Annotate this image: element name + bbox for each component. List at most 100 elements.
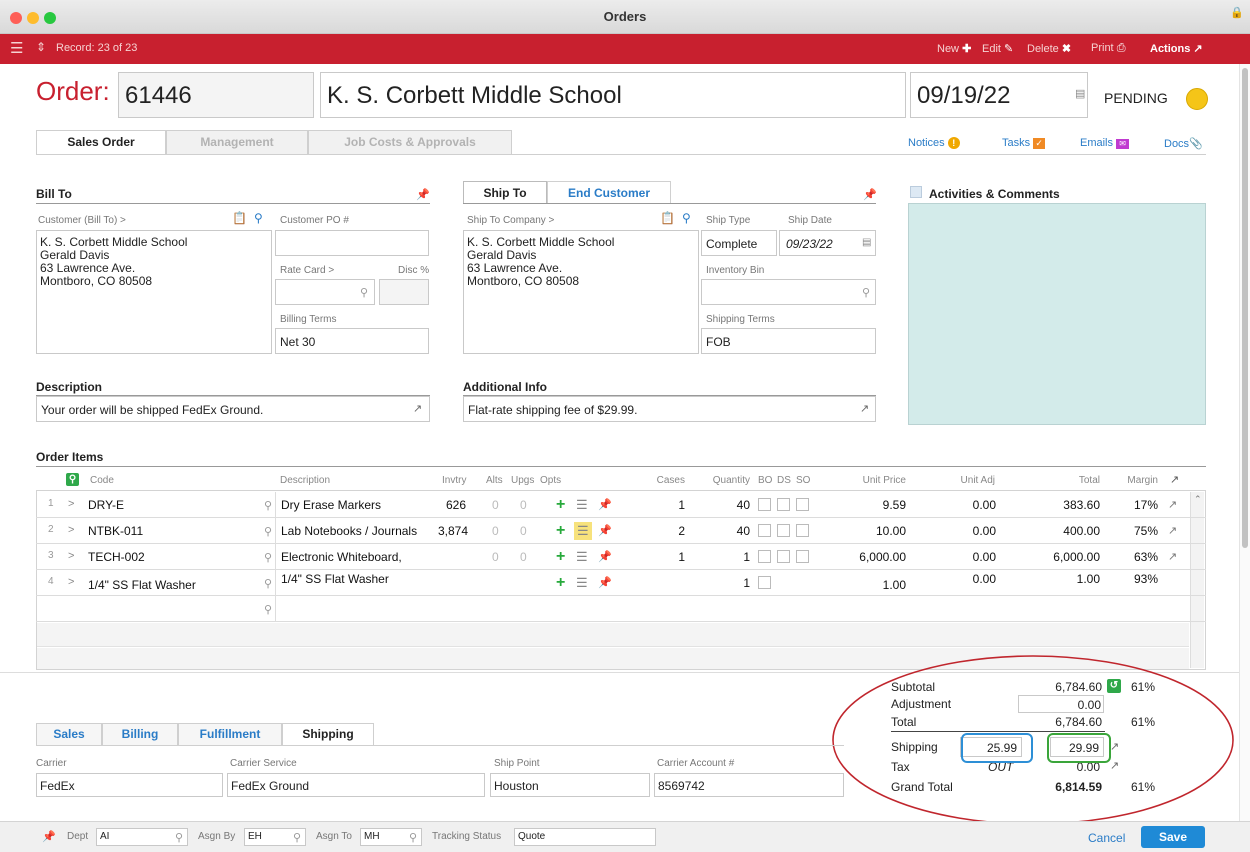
bill-to-address-box[interactable]: K. S. Corbett Middle School Gerald Davis… <box>36 230 272 354</box>
pin-icon[interactable]: 📌 <box>42 830 56 843</box>
tab-sales[interactable]: Sales <box>36 723 102 745</box>
bill-to-pin-icon[interactable]: 📌 <box>416 188 430 201</box>
edit-button[interactable]: Edit ✎ <box>982 42 1013 55</box>
ship-to-company-label[interactable]: Ship To Company > <box>467 215 554 226</box>
bo-checkbox[interactable] <box>758 498 771 511</box>
calendar-icon[interactable]: ▤ <box>1075 87 1085 100</box>
cancel-button[interactable]: Cancel <box>1088 831 1125 845</box>
row-expand-icon[interactable]: > <box>68 576 74 588</box>
customer-bill-to-label[interactable]: Customer (Bill To) > <box>38 215 126 226</box>
new-button[interactable]: New ✚ <box>937 42 971 55</box>
table-row[interactable]: 2 > NTBK-011 ⚲ Lab Notebooks / Journals … <box>36 518 1206 544</box>
ship-to-address-box[interactable]: K. S. Corbett Middle School Gerald Davis… <box>463 230 699 354</box>
emails-link[interactable]: Emails ✉ <box>1080 137 1130 149</box>
search-icon[interactable]: ⚲ <box>264 499 272 512</box>
ds-checkbox[interactable] <box>777 524 790 537</box>
order-date-field[interactable]: 09/19/22 ▤ <box>910 72 1088 118</box>
order-number-field[interactable]: 61446 <box>118 72 314 118</box>
list-icon[interactable]: ☰ <box>576 576 588 590</box>
inventory-bin-input[interactable]: ⚲ <box>701 279 876 305</box>
ship-point-input[interactable]: Houston <box>490 773 650 797</box>
pin-icon[interactable]: 📌 <box>598 498 612 511</box>
expand-icon[interactable]: ↗ <box>413 402 422 415</box>
ship-to-pin-icon[interactable]: 📌 <box>863 188 877 201</box>
additional-info-input[interactable]: Flat-rate shipping fee of $29.99. ↗ <box>463 396 876 422</box>
billing-terms-input[interactable]: Net 30 <box>275 328 429 354</box>
record-arrows-icon[interactable]: ⇕ <box>36 40 46 54</box>
pin-icon[interactable]: 📌 <box>598 524 612 537</box>
expand-icon[interactable]: ↗ <box>860 402 869 415</box>
customer-po-input[interactable] <box>275 230 429 256</box>
table-row[interactable]: 1 > DRY-E ⚲ Dry Erase Markers 626 0 0 + … <box>36 492 1206 518</box>
tab-sales-order[interactable]: Sales Order <box>36 130 166 154</box>
scrollbar-thumb[interactable] <box>1242 68 1248 548</box>
ship-date-input[interactable]: 09/23/22 ▤ <box>779 230 876 256</box>
bo-checkbox[interactable] <box>758 576 771 589</box>
search-icon[interactable]: ⚲ <box>264 525 272 538</box>
dept-input[interactable]: AI ⚲ <box>96 828 188 846</box>
bo-checkbox[interactable] <box>758 550 771 563</box>
tab-job-costs-approvals[interactable]: Job Costs & Approvals <box>308 130 512 154</box>
so-checkbox[interactable] <box>796 498 809 511</box>
tab-billing[interactable]: Billing <box>102 723 178 745</box>
search-icon[interactable]: ⚲ <box>360 286 368 299</box>
code-cell[interactable]: NTBK-011 ⚲ <box>84 518 276 544</box>
row-expand-icon[interactable]: > <box>68 498 74 510</box>
code-cell[interactable]: 1/4" SS Flat Washer ⚲ <box>84 570 276 596</box>
delete-button[interactable]: Delete ✖ <box>1027 42 1071 55</box>
expand-row-icon[interactable]: ↗ <box>1168 498 1177 511</box>
search-icon[interactable]: ⚲ <box>264 551 272 564</box>
carrier-service-input[interactable]: FedEx Ground <box>227 773 485 797</box>
add-option-icon[interactable]: + <box>556 575 565 591</box>
tab-management[interactable]: Management <box>166 130 308 154</box>
calendar-icon[interactable]: ▤ <box>862 237 871 248</box>
expand-row-icon[interactable]: ↗ <box>1168 550 1177 563</box>
new-item-row[interactable]: ⚲ <box>36 596 1206 622</box>
expand-row-icon[interactable]: ↗ <box>1168 524 1177 537</box>
menu-icon[interactable]: ☰ <box>10 39 23 57</box>
expand-grid-icon[interactable]: ↗ <box>1170 473 1179 486</box>
ship-type-select[interactable]: Complete <box>701 230 777 256</box>
ds-checkbox[interactable] <box>777 498 790 511</box>
search-icon[interactable]: ⚲ <box>293 830 301 846</box>
tracking-status-input[interactable]: Quote <box>514 828 656 846</box>
customer-name-field[interactable]: K. S. Corbett Middle School <box>320 72 906 118</box>
list-icon[interactable]: ☰ <box>576 498 588 512</box>
add-option-icon[interactable]: + <box>556 497 565 513</box>
window-scrollbar[interactable] <box>1239 64 1250 821</box>
docs-link[interactable]: Docs📎 <box>1164 137 1203 150</box>
search-items-icon[interactable]: ⚲ <box>66 473 79 486</box>
list-icon[interactable]: ☰ <box>576 550 588 564</box>
clipboard-icon[interactable]: 📋 <box>232 211 247 225</box>
so-checkbox[interactable] <box>796 550 809 563</box>
shipping-terms-input[interactable]: FOB <box>701 328 876 354</box>
carrier-account-input[interactable]: 8569742 <box>654 773 844 797</box>
add-option-icon[interactable]: + <box>556 549 565 565</box>
search-icon[interactable]: ⚲ <box>175 830 183 846</box>
carrier-input[interactable]: FedEx <box>36 773 223 797</box>
map-pin-icon[interactable]: ⚲ <box>254 211 263 225</box>
code-cell[interactable]: DRY-E ⚲ <box>84 492 276 518</box>
map-pin-icon[interactable]: ⚲ <box>682 211 691 225</box>
search-icon[interactable]: ⚲ <box>264 577 272 590</box>
search-icon[interactable]: ⚲ <box>409 830 417 846</box>
table-row[interactable]: 4 > 1/4" SS Flat Washer ⚲ 1/4" SS Flat W… <box>36 570 1206 596</box>
rate-card-label[interactable]: Rate Card > <box>280 265 334 276</box>
activities-comments-panel[interactable] <box>908 203 1206 425</box>
add-activity-icon[interactable] <box>910 186 922 198</box>
tab-shipping[interactable]: Shipping <box>282 723 374 745</box>
tab-fulfillment[interactable]: Fulfillment <box>178 723 282 745</box>
rate-card-input[interactable]: ⚲ <box>275 279 375 305</box>
save-button[interactable]: Save <box>1141 826 1205 848</box>
print-button[interactable]: Print ⎙ <box>1091 42 1126 55</box>
actions-button[interactable]: Actions ↗ <box>1150 42 1203 55</box>
disc-percent-input[interactable] <box>379 279 429 305</box>
ds-checkbox[interactable] <box>777 550 790 563</box>
tab-end-customer[interactable]: End Customer <box>547 181 671 204</box>
so-checkbox[interactable] <box>796 524 809 537</box>
asgn-to-input[interactable]: MH ⚲ <box>360 828 422 846</box>
list-icon[interactable]: ☰ <box>574 522 592 540</box>
row-expand-icon[interactable]: > <box>68 524 74 536</box>
bo-checkbox[interactable] <box>758 524 771 537</box>
clipboard-icon[interactable]: 📋 <box>660 211 675 225</box>
